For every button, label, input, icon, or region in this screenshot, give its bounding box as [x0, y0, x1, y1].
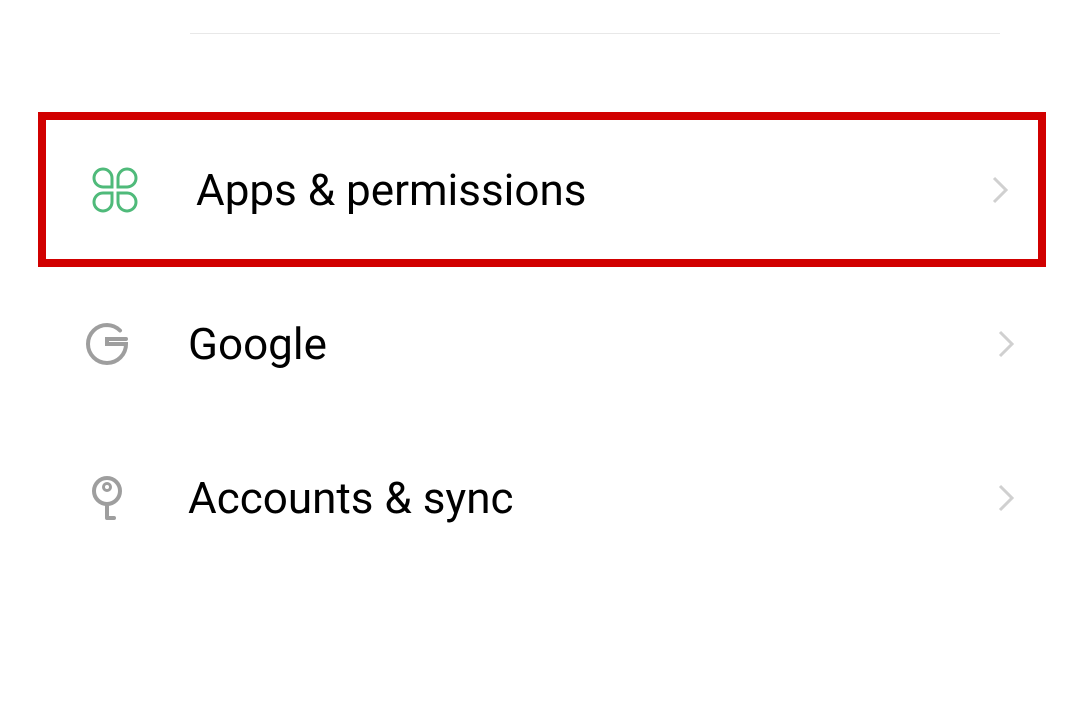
key-icon — [82, 473, 132, 523]
settings-row-label: Apps & permissions — [196, 164, 986, 216]
spacer — [0, 34, 1080, 112]
settings-row-label: Google — [188, 318, 992, 370]
settings-row-label: Accounts & sync — [188, 472, 992, 524]
settings-row-google[interactable]: Google — [0, 267, 1080, 421]
chevron-right-icon — [992, 330, 1020, 358]
chevron-right-icon — [992, 484, 1020, 512]
apps-icon — [90, 165, 140, 215]
google-icon — [82, 319, 132, 369]
settings-row-accounts-sync[interactable]: Accounts & sync — [0, 421, 1080, 575]
chevron-right-icon — [986, 176, 1014, 204]
settings-row-apps-permissions[interactable]: Apps & permissions — [38, 112, 1046, 267]
